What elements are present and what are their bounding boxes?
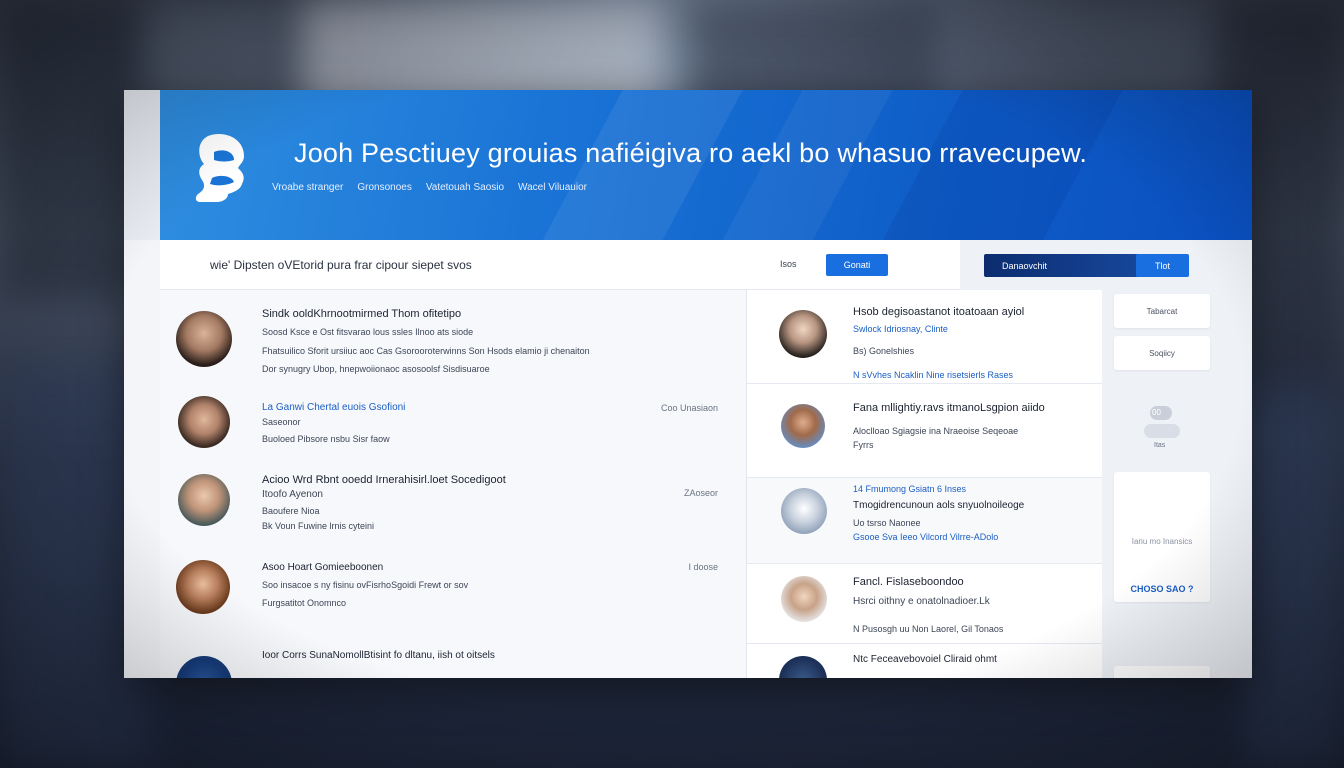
toggle-track[interactable] <box>1144 424 1180 438</box>
detail-list: Hsob degisoastanot itoatoaan ayiol Swloc… <box>746 290 1103 678</box>
promo-link[interactable]: CHOSO SAO ? <box>1130 584 1193 594</box>
banner-title: Jooh Pesctiuey grouias nafiéigiva ro aek… <box>294 138 1088 168</box>
dark-bar-button[interactable]: Tlot <box>1136 254 1189 277</box>
avatar <box>781 488 827 534</box>
person-title: Ioor Corrs SunaNomollBtisint fo dltanu, … <box>262 650 495 661</box>
banner-nav-item[interactable]: Gronsonoes <box>357 182 411 193</box>
detail-title: Ntc Feceavebovoiel Cliraid ohmt <box>853 654 997 665</box>
promo-text: Ianu mo Inansics <box>1131 536 1193 546</box>
detail-title: Fancl. Fislaseboondoo <box>853 576 964 588</box>
toggle-caption: Itas <box>1154 442 1166 449</box>
avatar <box>176 311 232 367</box>
banner-nav-item[interactable]: Vatetouah Saosio <box>426 182 504 193</box>
detail-line: Uo tsrso Naonee <box>853 518 921 528</box>
detail-title: Fana mllightiy.ravs itmanoLsgpion aiido <box>853 402 1045 414</box>
person-detail: Saseonor <box>262 417 301 427</box>
list-item[interactable]: La Ganwi Chertal euois Gsofioni Saseonor… <box>160 396 746 478</box>
detail-line[interactable]: Gsooe Sva Ieeo Vilcord Vilrre-ADolo <box>853 532 998 542</box>
toolbar: wie' Dipsten oVEtorid pura frar cipour s… <box>160 240 960 290</box>
detail-subtitle[interactable]: Swlock Idriosnay, Clinte <box>853 324 948 334</box>
avatar <box>781 576 827 622</box>
banner-nav-item[interactable]: Wacel Viluauior <box>518 182 587 193</box>
detail-line[interactable]: N sVvhes Ncaklin Nine risetsierls Rases <box>853 370 1013 380</box>
person-detail: Buoloed Pibsore nsbu Sisr faow <box>262 434 390 444</box>
list-item[interactable]: Fancl. Fislaseboondoo Hsrci oithny e ona… <box>747 564 1103 644</box>
app-window: Jooh Pesctiuey grouias nafiéigiva ro aek… <box>124 90 1252 678</box>
side-card[interactable]: Soqiicy <box>1114 336 1210 370</box>
person-meta: ZAoseor <box>683 488 718 498</box>
avatar <box>176 560 230 614</box>
detail-title: Hsob degisoastanot itoatoaan ayiol <box>853 306 1025 318</box>
list-item[interactable]: Sindk ooldKhrnootmirmed Thom ofitetipo S… <box>160 300 746 382</box>
avatar <box>176 656 232 678</box>
list-item[interactable]: 14 Fmumong Gsiatn 6 Inses Tmogidrencunou… <box>747 478 1103 564</box>
list-item[interactable]: Acioo Wrd Rbnt ooedd Irnerahisirl.loet S… <box>160 474 746 556</box>
person-detail: Baoufere Nioa <box>262 506 320 516</box>
person-title: Sindk ooldKhrnootmirmed Thom ofitetipo <box>262 308 462 320</box>
detail-line: Aloclloao Sgiagsie ina Nraeoise Seqeoae <box>853 426 1019 436</box>
person-detail: Bk Voun Fuwine lrnis cyteini <box>262 521 375 531</box>
toolbar-hint[interactable]: Isos <box>780 259 797 269</box>
primary-button[interactable]: Gonati <box>826 254 888 276</box>
list-item[interactable]: Ioor Corrs SunaNomollBtisint fo dltanu, … <box>160 646 746 678</box>
avatar <box>781 404 825 448</box>
person-detail: Soo insacoe s ny fisinu ovFisrhoSgoidi F… <box>262 580 469 590</box>
detail-line: Fyrrs <box>853 440 874 450</box>
person-detail: Furgsatitot Onomnco <box>262 598 347 608</box>
banner-nav: Vroabe stranger Gronsonoes Vatetouah Sao… <box>272 182 587 193</box>
list-item[interactable]: Fana mllightiy.ravs itmanoLsgpion aiido … <box>747 394 1103 478</box>
person-meta: I doose <box>688 562 718 572</box>
detail-title[interactable]: 14 Fmumong Gsiatn 6 Inses <box>853 484 966 494</box>
detail-line: N Pusosgh uu Non Laorel, Gil Tonaos <box>853 624 1004 634</box>
avatar <box>178 396 230 448</box>
side-column: Tabarcat Soqiicy 00 Itas Ianu mo Inansic… <box>1102 290 1252 678</box>
promo-card[interactable]: Ianu mo Inansics CHOSO SAO ? <box>1114 472 1210 602</box>
person-title: Asoo Hoart Gomieeboonen <box>262 562 384 573</box>
list-item[interactable]: Ntc Feceavebovoiel Cliraid ohmt <box>747 644 1103 678</box>
side-card[interactable]: Tabarcat <box>1114 294 1210 328</box>
person-detail: Fhatsuilico Sforit ursiiuc aoc Cas Gsoro… <box>262 346 590 356</box>
avatar <box>779 310 827 358</box>
avatar <box>178 474 230 526</box>
detail-line: Hsrci oithny e onatolnadioer.Lk <box>853 596 990 607</box>
left-gutter <box>124 90 160 240</box>
hero-banner: Jooh Pesctiuey grouias nafiéigiva ro aek… <box>160 90 1252 240</box>
person-detail: Soosd Ksce e Ost fitsvarao lous ssles Il… <box>262 327 474 337</box>
right-top-panel: Danaovchit Tlot <box>960 240 1252 290</box>
person-meta: Coo Unasiaon <box>660 403 718 413</box>
banner-nav-item[interactable]: Vroabe stranger <box>272 182 343 193</box>
detail-line: Bs) Gonelshies <box>853 346 915 356</box>
avatar <box>779 656 827 678</box>
list-item[interactable]: Asoo Hoart Gomieeboonen Soo insacoe s ny… <box>160 560 746 642</box>
toolbar-text: wie' Dipsten oVEtorid pura frar cipour s… <box>210 258 472 272</box>
side-card-partial <box>1114 666 1210 678</box>
person-title[interactable]: La Ganwi Chertal euois Gsofioni <box>262 402 405 413</box>
detail-line: Tmogidrencunoun aols snyuolnoileoge <box>853 500 1025 511</box>
person-title: Acioo Wrd Rbnt ooedd Irnerahisirl.loet S… <box>262 474 506 486</box>
toggle-badge: 00 <box>1152 408 1161 417</box>
person-detail: Itoofo Ayenon <box>262 489 323 500</box>
list-item[interactable]: Hsob degisoastanot itoatoaan ayiol Swloc… <box>747 300 1103 384</box>
person-detail: Dor synugry Ubop, hnepwoiionaoc asosools… <box>262 364 490 374</box>
head-profile-logo-icon[interactable] <box>194 132 252 204</box>
people-list: Sindk ooldKhrnootmirmed Thom ofitetipo S… <box>160 290 746 678</box>
